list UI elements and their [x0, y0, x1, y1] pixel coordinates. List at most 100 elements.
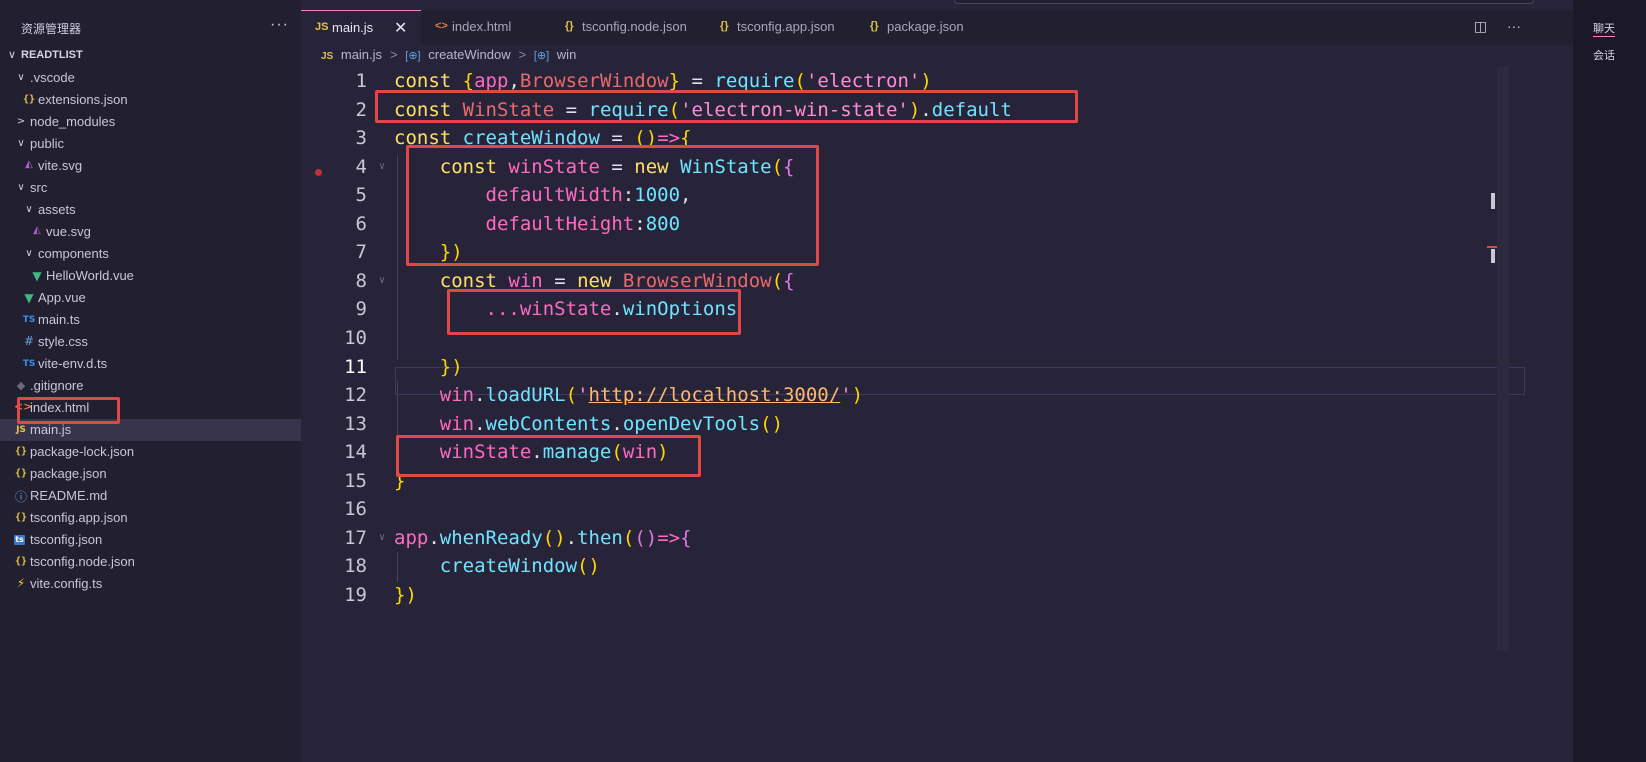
- explorer-item-label: components: [38, 246, 109, 261]
- code-line[interactable]: 19}): [301, 580, 1573, 610]
- explorer-item-helloworld-vue[interactable]: ▼ HelloWorld.vue: [0, 265, 301, 287]
- explorer-item-label: vue.svg: [46, 224, 91, 239]
- fold-chevron-icon[interactable]: ∨: [379, 152, 385, 182]
- command-center[interactable]: [954, 0, 1534, 4]
- chat-tab[interactable]: 聊天: [1593, 20, 1615, 37]
- highlight-box-manage: [396, 435, 701, 477]
- code-text: createWindow(): [439, 555, 600, 578]
- explorer-item-tsconfig-node-json[interactable]: {} tsconfig.node.json: [0, 551, 301, 573]
- tab-main-js[interactable]: JS main.js ✕: [301, 10, 421, 45]
- split-editor-icon[interactable]: ◫: [1474, 18, 1487, 34]
- folder-closed-icon: >: [16, 116, 26, 127]
- vertical-scrollbar[interactable]: [1497, 66, 1509, 651]
- css-icon: #: [23, 334, 35, 348]
- explorer-item-extensions-json[interactable]: {} extensions.json: [0, 89, 301, 111]
- explorer-item-src[interactable]: ∨ src: [0, 177, 301, 199]
- highlight-box-win-options: [447, 289, 741, 335]
- more-actions-icon[interactable]: ···: [1507, 18, 1521, 34]
- workspace-root-label: READTLIST: [21, 49, 83, 61]
- highlight-box-main-js: [17, 397, 120, 424]
- code-line[interactable]: 18 createWindow(): [301, 551, 1573, 581]
- code-line[interactable]: 12 win.loadURL('http://localhost:3000/'): [301, 380, 1573, 410]
- explorer-item-label: vite-env.d.ts: [38, 356, 108, 371]
- git-icon: ◆: [16, 379, 26, 392]
- explorer-item--vscode[interactable]: ∨ .vscode: [0, 67, 301, 89]
- explorer-item-label: vite.config.ts: [30, 576, 103, 591]
- highlight-box-require-winstate: [375, 90, 1078, 123]
- explorer-item-node-modules[interactable]: > node_modules: [0, 111, 301, 133]
- editor-actions: ◫ ···: [1458, 18, 1521, 35]
- breadcrumb-function[interactable]: createWindow: [428, 47, 510, 62]
- explorer-item-label: .gitignore: [30, 378, 84, 393]
- explorer-item-style-css[interactable]: # style.css: [0, 331, 301, 353]
- json-icon: {}: [14, 512, 28, 523]
- more-actions-icon[interactable]: ···: [270, 16, 289, 34]
- session-tab[interactable]: 会话: [1593, 47, 1615, 63]
- breadcrumb-variable[interactable]: win: [557, 47, 577, 62]
- code-text: }): [394, 583, 417, 606]
- fold-chevron-icon[interactable]: ∨: [379, 523, 385, 553]
- line-number: 7: [355, 241, 367, 264]
- json-icon: {}: [22, 94, 36, 105]
- folder-open-icon: ∨: [25, 248, 33, 259]
- folder-open-icon: ∨: [17, 182, 25, 193]
- explorer-item-assets[interactable]: ∨ assets: [0, 199, 301, 221]
- file-tree: ∨ .vscode{} extensions.json > node_modules ∨ p…: [0, 67, 301, 595]
- code-text: app.whenReady().then(()=>{: [394, 526, 692, 549]
- folder-open-icon: ∨: [17, 138, 25, 149]
- line-number: 5: [355, 184, 367, 207]
- line-number: 17: [344, 526, 367, 549]
- close-icon[interactable]: ✕: [394, 18, 407, 38]
- explorer-item-public[interactable]: ∨ public: [0, 133, 301, 155]
- tab-tsconfig-node-json[interactable]: {} tsconfig.node.json: [551, 10, 706, 45]
- tab-index-html[interactable]: <> index.html: [421, 10, 551, 45]
- tab-tsconfig-app-json[interactable]: {} tsconfig.app.json: [706, 10, 856, 45]
- code-line[interactable]: 16: [301, 494, 1573, 524]
- explorer-item-label: App.vue: [38, 290, 86, 305]
- svg-icon: ◭: [25, 159, 33, 170]
- explorer-item--gitignore[interactable]: ◆ .gitignore: [0, 375, 301, 397]
- explorer-item-readme-md[interactable]: ⓘ README.md: [0, 485, 301, 507]
- explorer-item-package-json[interactable]: {} package.json: [0, 463, 301, 485]
- explorer-item-vue-svg[interactable]: ◭ vue.svg: [0, 221, 301, 243]
- explorer-item-label: vite.svg: [38, 158, 83, 173]
- fold-chevron-icon[interactable]: ∨: [379, 266, 385, 296]
- explorer-item-label: main.ts: [38, 312, 80, 327]
- line-number: 19: [344, 583, 367, 606]
- explorer-item-label: assets: [38, 202, 76, 217]
- explorer-item-label: style.css: [38, 334, 88, 349]
- explorer-item-vite-env-d-ts[interactable]: TS vite-env.d.ts: [0, 353, 301, 375]
- vite-icon: ⚡: [16, 576, 26, 590]
- breadcrumb-file[interactable]: main.js: [341, 47, 382, 62]
- line-number: 2: [355, 98, 367, 121]
- line-number: 14: [344, 441, 367, 464]
- line-number: 3: [355, 127, 367, 150]
- tab-label: main.js: [332, 20, 374, 35]
- explorer-item-label: tsconfig.app.json: [30, 510, 128, 525]
- explorer-item-components[interactable]: ∨ components: [0, 243, 301, 265]
- explorer-item-label: extensions.json: [38, 92, 128, 107]
- explorer-item-label: tsconfig.node.json: [30, 554, 135, 569]
- tab-package-json[interactable]: {} package.json: [856, 10, 1008, 45]
- line-number: 1: [355, 70, 367, 92]
- explorer-item-label: README.md: [30, 488, 108, 503]
- line-number: 10: [344, 326, 367, 349]
- explorer-item-tsconfig-json[interactable]: ts tsconfig.json: [0, 529, 301, 551]
- explorer-item-tsconfig-app-json[interactable]: {} tsconfig.app.json: [0, 507, 301, 529]
- line-number: 18: [344, 555, 367, 578]
- explorer-item-package-lock-json[interactable]: {} package-lock.json: [0, 441, 301, 463]
- explorer-item-main-ts[interactable]: TS main.ts: [0, 309, 301, 331]
- explorer-item-vite-svg[interactable]: ◭ vite.svg: [0, 155, 301, 177]
- explorer-item-app-vue[interactable]: ▼ App.vue: [0, 287, 301, 309]
- explorer-item-label: src: [30, 180, 48, 195]
- secondary-side-panel: 聊天 会话: [1573, 0, 1646, 762]
- code-line[interactable]: 11 }): [301, 352, 1573, 382]
- explorer-item-vite-config-ts[interactable]: ⚡ vite.config.ts: [0, 573, 301, 595]
- scrollbar-marker: [1491, 193, 1495, 209]
- workspace-root[interactable]: ∨ READTLIST: [0, 45, 301, 67]
- line-number: 12: [344, 384, 367, 407]
- breadcrumb-separator-icon: >: [390, 47, 398, 62]
- highlight-box-new-winstate: [406, 145, 819, 266]
- explorer-item-label: tsconfig.json: [30, 532, 103, 547]
- code-line[interactable]: 17 ∨ app.whenReady().then(()=>{: [301, 523, 1573, 553]
